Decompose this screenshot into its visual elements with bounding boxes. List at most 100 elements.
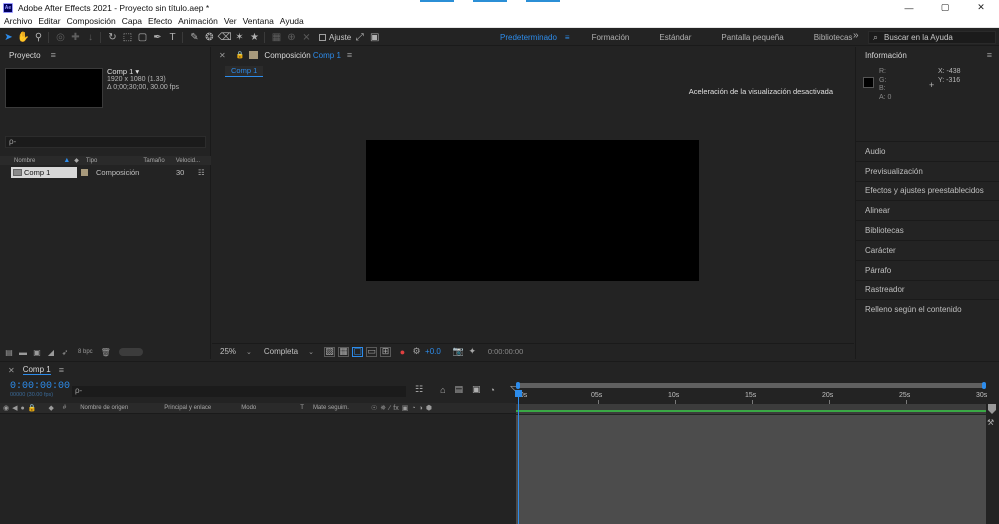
panel-menu-icon[interactable]: ≡: [987, 50, 992, 60]
tab-proyecto[interactable]: Proyecto: [9, 51, 41, 60]
brush-tool-icon[interactable]: ✎: [188, 31, 201, 44]
menu-capa[interactable]: Capa: [122, 16, 142, 26]
column-modo[interactable]: Modo: [241, 405, 256, 411]
layer-list[interactable]: [0, 415, 516, 524]
tab-comp-1[interactable]: Comp 1: [22, 365, 51, 375]
clone-stamp-tool-icon[interactable]: ❂: [203, 31, 216, 44]
selection-tool-icon[interactable]: ➤: [2, 31, 15, 44]
label-column-icon[interactable]: ◆: [74, 157, 79, 164]
panel-efectos[interactable]: Efectos y ajustes preestablecidos: [856, 180, 999, 201]
panel-parrafo[interactable]: Párrafo: [856, 259, 999, 280]
mask-visibility-icon[interactable]: ▢: [352, 346, 364, 357]
pan-behind-tool-icon[interactable]: ⬚: [121, 31, 134, 44]
composition-flowchart-icon[interactable]: ☷: [415, 384, 423, 395]
trash-icon[interactable]: 🗑: [101, 348, 111, 357]
region-of-interest-icon[interactable]: ▭: [366, 346, 378, 357]
sort-icon[interactable]: ▲: [63, 157, 70, 164]
pan-camera-icon[interactable]: ✚: [69, 31, 82, 44]
project-search-input[interactable]: ρ-: [5, 136, 206, 148]
zoom-tool-icon[interactable]: ⚲: [32, 31, 45, 44]
menu-ventana[interactable]: Ventana: [243, 16, 274, 26]
snap-options-icon[interactable]: ⤢: [353, 31, 366, 44]
column-number[interactable]: #: [63, 405, 66, 411]
comp-button-icon[interactable]: ⚒: [987, 418, 994, 427]
composition-navigator-tab[interactable]: Comp 1: [225, 66, 264, 77]
workspace-predeterminado[interactable]: Predeterminado: [500, 33, 557, 42]
pen-tool-icon[interactable]: ✒: [151, 31, 164, 44]
column-nombre[interactable]: Nombre: [14, 158, 35, 164]
draft-3d-icon[interactable]: ⌂: [440, 385, 445, 395]
column-nombre-origen[interactable]: Nombre de origen: [80, 405, 128, 411]
roto-brush-tool-icon[interactable]: ✶: [233, 31, 246, 44]
column-tamano[interactable]: Tamaño: [143, 158, 164, 164]
adjustment-layer-icon[interactable]: ◑: [419, 405, 423, 412]
motion-blur-icon[interactable]: ◔: [490, 385, 495, 395]
snapping-toggle[interactable]: Ajuste: [319, 33, 351, 42]
current-time-display[interactable]: 0:00:00:00: [10, 381, 70, 392]
text-tool-icon[interactable]: T: [166, 31, 179, 44]
selected-item-name[interactable]: Comp 1 ▾: [107, 68, 179, 76]
menu-editar[interactable]: Editar: [38, 16, 60, 26]
menu-animacion[interactable]: Animación: [178, 16, 218, 26]
quality-icon[interactable]: ∕: [389, 405, 390, 412]
column-mate[interactable]: Mate seguim.: [313, 405, 349, 411]
composition-canvas[interactable]: [366, 140, 699, 281]
snapshot-camera-icon[interactable]: 📷: [453, 346, 464, 357]
column-principal[interactable]: Principal y enlace: [164, 405, 211, 411]
puppet-pin-tool-icon[interactable]: ★: [248, 31, 261, 44]
label-color-swatch[interactable]: [81, 169, 88, 176]
panel-alinear[interactable]: Alinear: [856, 200, 999, 220]
close-tab-icon[interactable]: ✕: [219, 51, 226, 60]
tab-informacion[interactable]: Información: [865, 51, 907, 60]
render-queue-icon[interactable]: ➶: [60, 348, 70, 357]
menu-composicion[interactable]: Composición: [67, 16, 116, 26]
panel-relleno[interactable]: Relleno según el contenido: [856, 299, 999, 319]
work-area-bar[interactable]: [516, 404, 986, 414]
motion-blur-column-icon[interactable]: ◔: [411, 405, 415, 412]
menu-efecto[interactable]: Efecto: [148, 16, 172, 26]
workspace-estandar[interactable]: Estándar: [659, 33, 691, 42]
composition-viewer[interactable]: Aceleración de la visualización desactiv…: [212, 79, 854, 342]
eye-icon[interactable]: ◉: [3, 404, 9, 412]
time-ruler[interactable]: 00s 05s 10s 15s 20s 25s 30s: [516, 390, 987, 404]
switches-icon[interactable]: ☉: [371, 404, 377, 412]
workspace-pantalla-pequena[interactable]: Pantalla pequeña: [721, 33, 783, 42]
view-axis-icon[interactable]: ⨯: [300, 31, 313, 44]
column-velocidad[interactable]: Velocid...: [176, 158, 200, 164]
column-tipo[interactable]: Tipo: [86, 158, 97, 164]
work-area-range[interactable]: [516, 410, 986, 412]
local-axis-icon[interactable]: ▦: [270, 31, 283, 44]
shy-layers-icon[interactable]: ▤: [455, 384, 464, 395]
current-time-indicator[interactable]: [515, 390, 522, 524]
panel-previsualizacion[interactable]: Previsualización: [856, 160, 999, 181]
minimize-button[interactable]: —: [891, 0, 927, 15]
tab-composicion[interactable]: Composición Comp 1: [264, 51, 341, 60]
audio-icon[interactable]: ◀: [12, 404, 17, 412]
lock-icon[interactable]: 🔒: [236, 51, 245, 59]
fx-icon[interactable]: fx: [393, 405, 398, 412]
fast-previews-icon[interactable]: ▨: [324, 346, 336, 357]
close-tab-icon[interactable]: ✕: [8, 366, 15, 375]
dolly-camera-icon[interactable]: ↓: [84, 31, 97, 44]
exposure-reset-icon[interactable]: ⚙: [411, 346, 422, 357]
panel-bibliotecas[interactable]: Bibliotecas: [856, 220, 999, 240]
transparency-grid-icon[interactable]: ▦: [338, 346, 350, 357]
world-axis-icon[interactable]: ⊕: [285, 31, 298, 44]
eraser-tool-icon[interactable]: ⌫: [217, 31, 231, 44]
rectangle-tool-icon[interactable]: ▢: [136, 31, 149, 44]
layer-track-area[interactable]: [516, 415, 986, 524]
new-composition-icon[interactable]: ▣: [32, 348, 42, 357]
label-icon[interactable]: ◆: [48, 404, 53, 412]
maximize-button[interactable]: ▢: [927, 0, 963, 15]
composition-timecode[interactable]: 0:00:00:00: [488, 347, 523, 356]
workspace-formacion[interactable]: Formación: [592, 33, 630, 42]
solo-icon[interactable]: ●: [21, 405, 25, 412]
menu-archivo[interactable]: Archivo: [4, 16, 32, 26]
menu-ayuda[interactable]: Ayuda: [280, 16, 304, 26]
3d-layer-icon[interactable]: ⬢: [426, 404, 432, 412]
time-navigator[interactable]: [516, 382, 986, 389]
new-folder-icon[interactable]: ▬: [18, 348, 28, 357]
interpret-footage-icon[interactable]: ▤: [4, 348, 14, 357]
adjust-project-icon[interactable]: ◢: [46, 348, 56, 357]
panel-audio[interactable]: Audio: [856, 141, 999, 161]
